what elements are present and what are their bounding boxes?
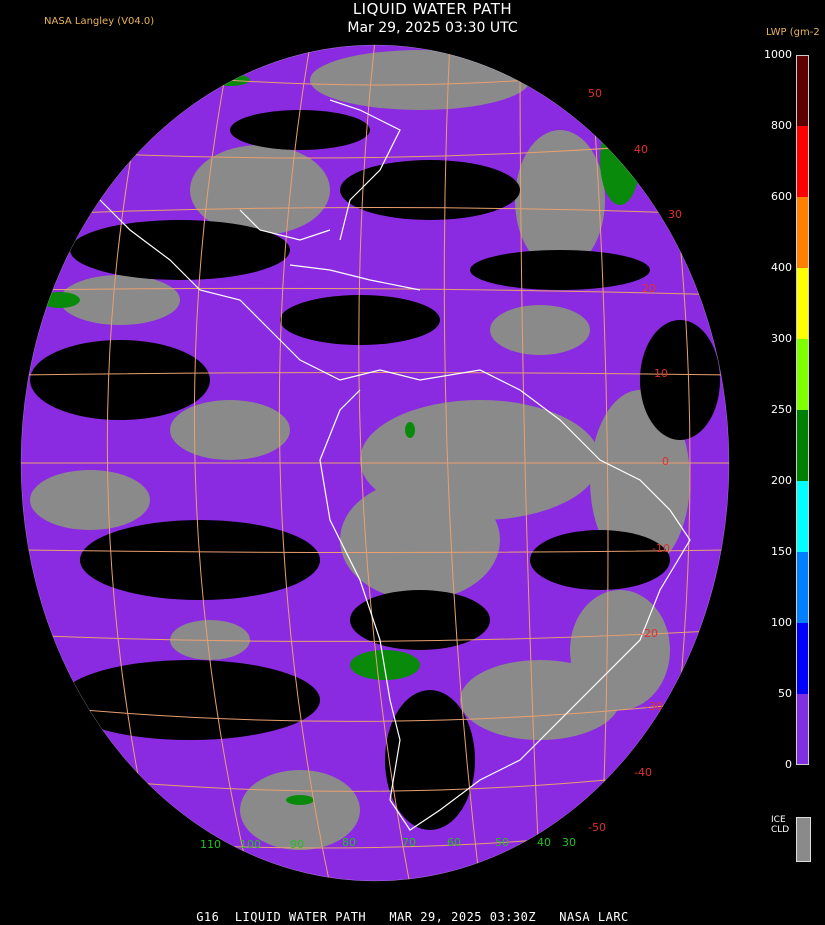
color-bar-tick-label: 800 (771, 119, 792, 132)
lat-label: 40 (634, 143, 648, 156)
lon-label: 110 (200, 838, 221, 851)
color-bar-tick-label: 150 (771, 545, 792, 558)
color-bar-tick-label: 200 (771, 474, 792, 487)
color-bar-tick-label: 400 (771, 261, 792, 274)
lat-label: -50 (588, 821, 606, 834)
color-bar-tick-label: 300 (771, 332, 792, 345)
lat-label: 10 (654, 367, 668, 380)
lon-label: 60 (447, 836, 461, 849)
lat-label: -20 (640, 627, 658, 640)
ice-cloud-swatch (796, 817, 811, 862)
lat-label: 0 (662, 455, 669, 468)
cloud-field (21, 45, 729, 881)
color-bar-tick-label: 100 (771, 616, 792, 629)
ice-cloud-label: ICE CLD (771, 815, 789, 835)
lon-label: 70 (402, 836, 416, 849)
color-bar-tick-label: 1000 (764, 48, 792, 61)
lon-label: 90 (290, 838, 304, 851)
lat-label: 50 (588, 87, 602, 100)
ice-label-line1: ICE (771, 815, 786, 825)
color-bar-frame (796, 55, 809, 765)
footer-caption: G16 LIQUID WATER PATH MAR 29, 2025 03:30… (196, 910, 629, 924)
color-bar-tick-label: 250 (771, 403, 792, 416)
lat-label: -30 (645, 700, 663, 713)
lat-label: -10 (652, 542, 670, 555)
color-bar-tick-label: 50 (778, 687, 792, 700)
lat-label: -40 (634, 766, 652, 779)
lon-label: 50 (495, 836, 509, 849)
ice-label-line2: CLD (771, 825, 790, 835)
lon-label: 100 (240, 838, 261, 851)
lat-label: 30 (668, 208, 682, 221)
lat-label: 20 (642, 282, 656, 295)
lon-label: 30 (562, 836, 576, 849)
color-bar-tick-label: 0 (785, 758, 792, 771)
color-bar-tick-label: 600 (771, 190, 792, 203)
earth-disk-map: 50 40 30 20 10 0 -10 -20 -30 -40 -50 110… (20, 44, 730, 882)
lon-label: 40 (537, 836, 551, 849)
lon-label: 80 (342, 836, 356, 849)
